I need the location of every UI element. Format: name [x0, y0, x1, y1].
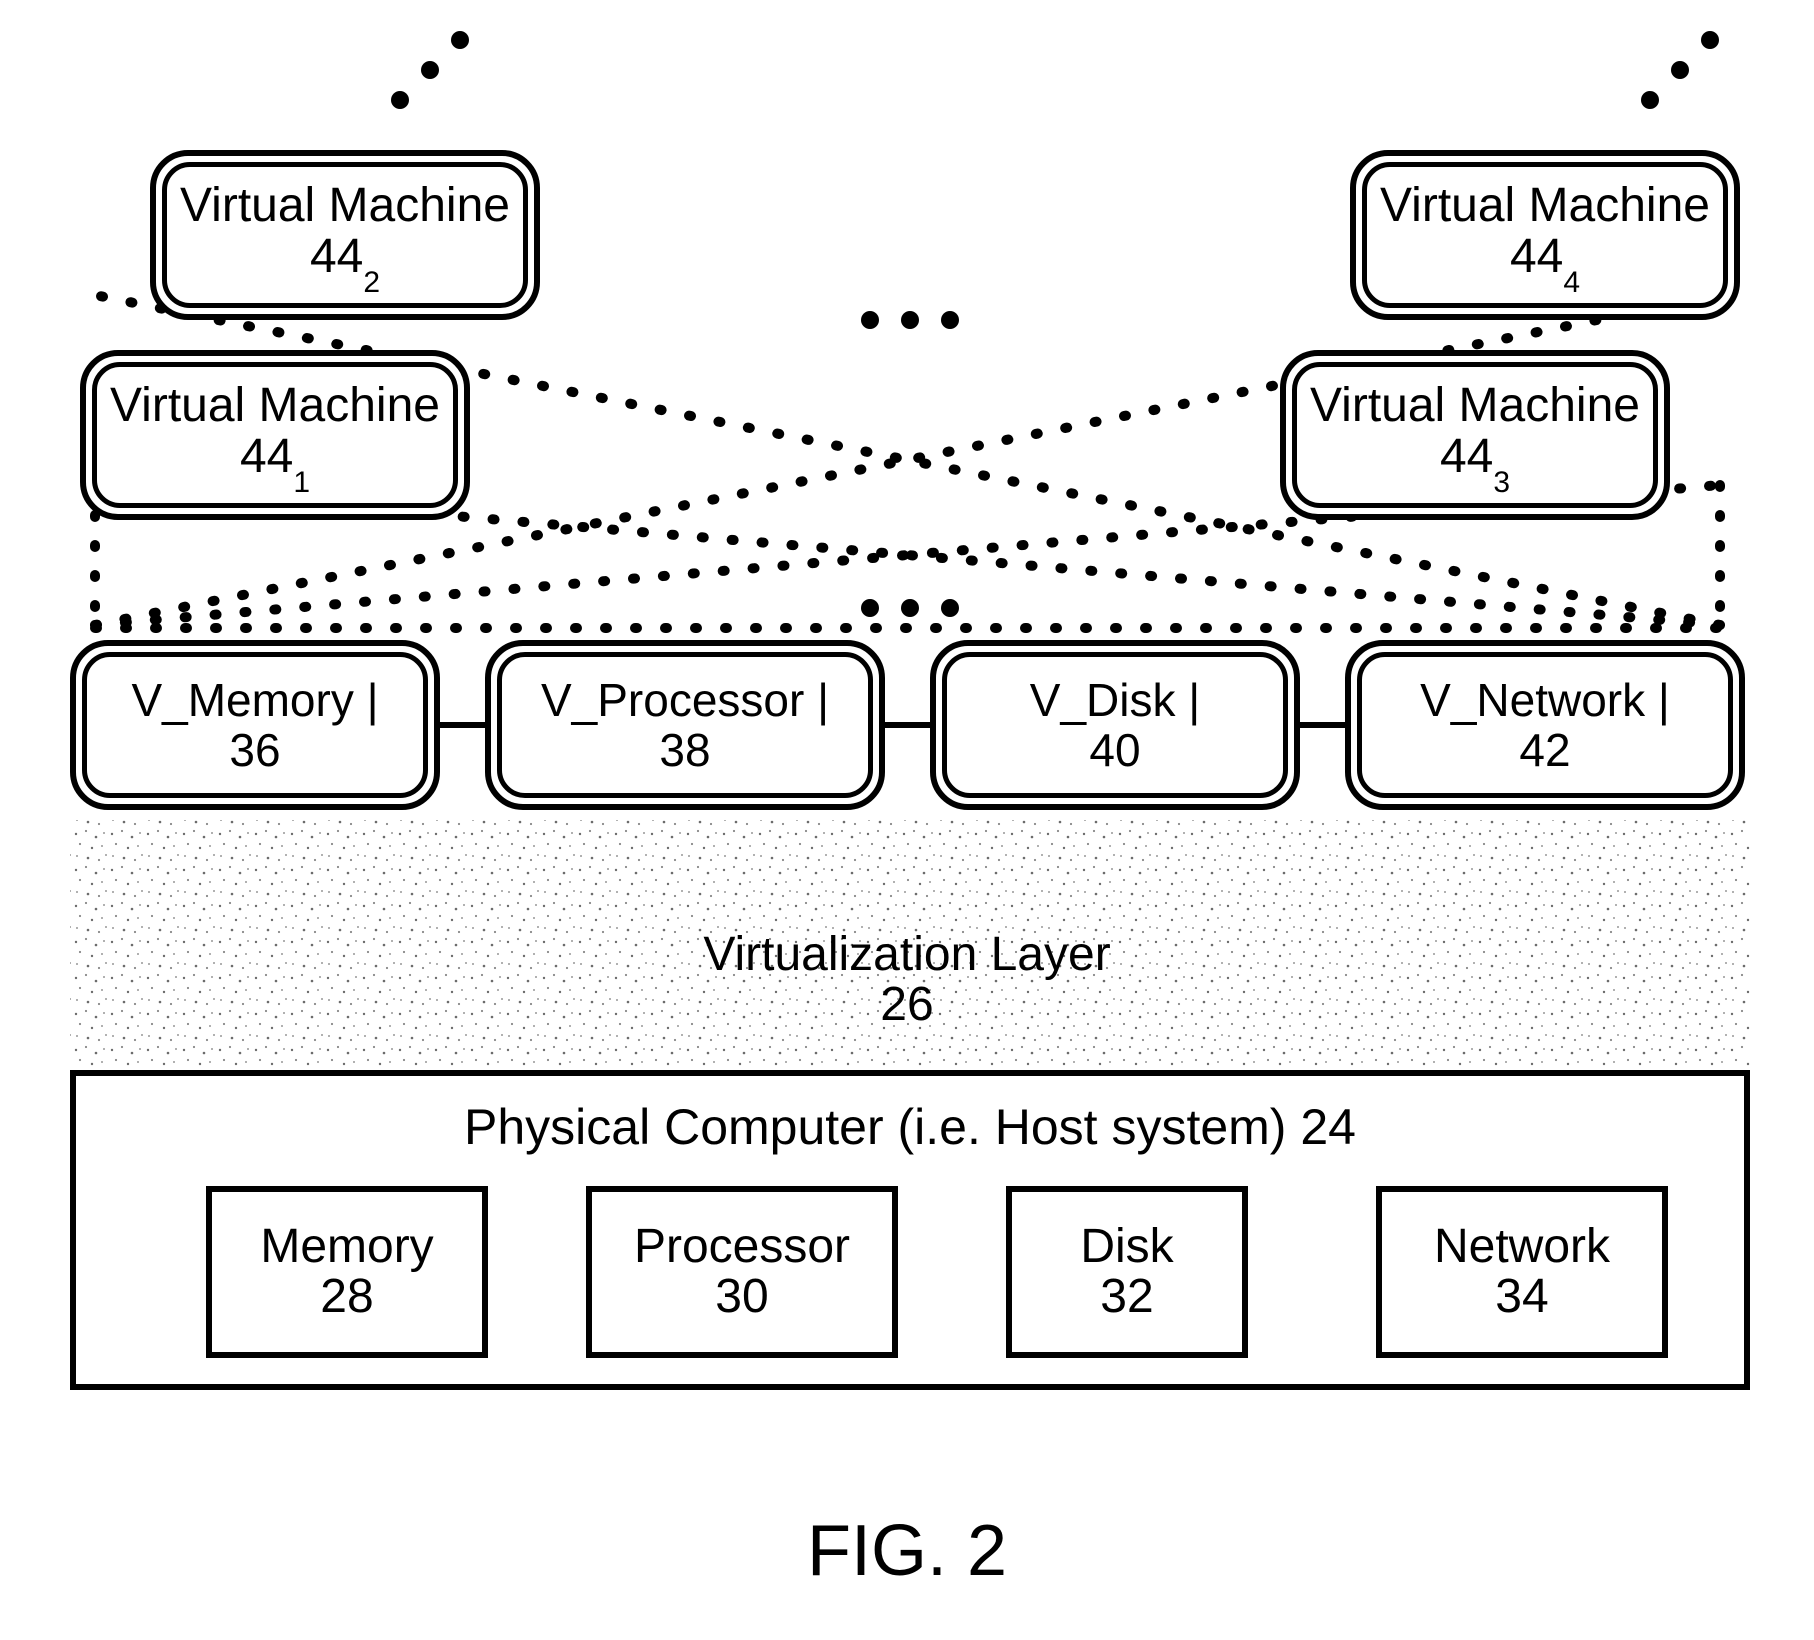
phys-comp-name: Disk — [1080, 1222, 1173, 1272]
vres-ref: 42 — [1519, 726, 1570, 774]
vm-ref-sub: 4 — [1563, 266, 1580, 299]
vm-title: Virtual Machine — [1380, 181, 1710, 231]
phys-network-box: Network 34 — [1376, 1186, 1668, 1358]
phys-comp-ref: 30 — [715, 1272, 768, 1322]
vres-network-box: V_Network | 42 — [1345, 640, 1745, 810]
connector-line — [1300, 722, 1345, 728]
vm-ref-base: 44 — [240, 430, 293, 483]
phys-disk-box: Disk 32 — [1006, 1186, 1248, 1358]
vres-processor-box: V_Processor | 38 — [485, 640, 885, 810]
vres-memory-label: V_Memory | 36 — [76, 646, 434, 804]
vres-disk-label: V_Disk | 40 — [936, 646, 1294, 804]
phys-comp-name: Memory — [260, 1222, 433, 1272]
vres-disk-box: V_Disk | 40 — [930, 640, 1300, 810]
vm-box-3-label: Virtual Machine 443 — [1286, 356, 1664, 514]
virt-label-text: Virtualization Layer — [703, 928, 1110, 981]
vm-box-4: Virtual Machine 444 — [1350, 150, 1740, 320]
physical-computer-box: Physical Computer (i.e. Host system) 24 … — [70, 1070, 1750, 1390]
vm-ref-base: 44 — [1510, 230, 1563, 283]
phys-comp-name: Network — [1434, 1222, 1610, 1272]
vm-ref-sub: 1 — [293, 466, 310, 499]
vm-box-1: Virtual Machine 441 — [80, 350, 470, 520]
vres-ref: 38 — [659, 726, 710, 774]
physical-computer-title: Physical Computer (i.e. Host system) 24 — [76, 1098, 1744, 1156]
vres-name: V_Network | — [1420, 676, 1670, 724]
vres-processor-label: V_Processor | 38 — [491, 646, 879, 804]
phys-comp-ref: 34 — [1495, 1272, 1548, 1322]
phys-memory-box: Memory 28 — [206, 1186, 488, 1358]
phys-comp-ref: 28 — [320, 1272, 373, 1322]
diagram-canvas: Virtual Machine 442 Virtual Machine 441 … — [0, 0, 1814, 1640]
vm-ref-sub: 3 — [1493, 466, 1510, 499]
virtualization-layer-label: Virtualization Layer 26 — [0, 930, 1814, 1031]
connector-line — [440, 722, 485, 728]
phys-comp-name: Processor — [634, 1222, 850, 1272]
vm-ref-base: 44 — [310, 230, 363, 283]
vm-box-2-label: Virtual Machine 442 — [156, 156, 534, 314]
vm-box-1-label: Virtual Machine 441 — [86, 356, 464, 514]
vres-network-label: V_Network | 42 — [1351, 646, 1739, 804]
vres-memory-box: V_Memory | 36 — [70, 640, 440, 810]
connector-line — [885, 722, 930, 728]
vm-title: Virtual Machine — [180, 181, 510, 231]
vm-box-4-label: Virtual Machine 444 — [1356, 156, 1734, 314]
vm-ref-base: 44 — [1440, 430, 1493, 483]
vm-box-2: Virtual Machine 442 — [150, 150, 540, 320]
phys-processor-box: Processor 30 — [586, 1186, 898, 1358]
vres-ref: 36 — [229, 726, 280, 774]
vres-name: V_Memory | — [131, 676, 378, 724]
phys-comp-ref: 32 — [1100, 1272, 1153, 1322]
vm-ref-sub: 2 — [363, 266, 380, 299]
virt-label-ref: 26 — [0, 980, 1814, 1030]
vres-ref: 40 — [1089, 726, 1140, 774]
vm-box-3: Virtual Machine 443 — [1280, 350, 1670, 520]
vm-title: Virtual Machine — [1310, 381, 1640, 431]
figure-caption: FIG. 2 — [0, 1510, 1814, 1592]
vres-name: V_Disk | — [1030, 676, 1200, 724]
vres-name: V_Processor | — [541, 676, 829, 724]
vm-title: Virtual Machine — [110, 381, 440, 431]
